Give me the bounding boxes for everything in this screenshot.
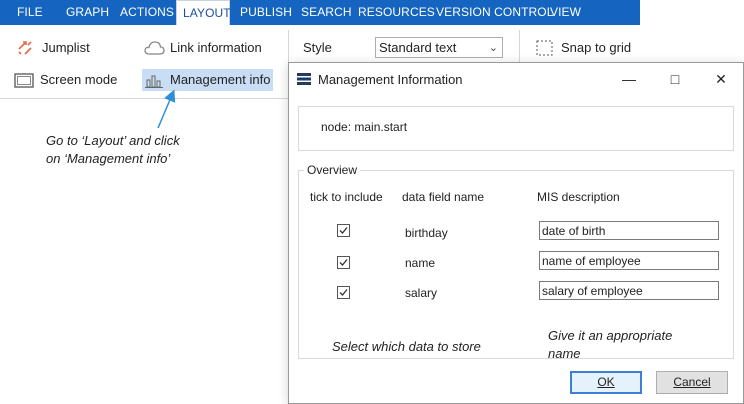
close-icon[interactable]: ✕ [705,67,737,91]
name-hint-line2: name [548,346,581,361]
node-info-box: node: main.start [298,106,734,151]
dialog-title: Management Information [318,72,463,87]
overview-title: Overview [304,163,361,177]
name-hint-line1: Give it an appropriate [548,328,673,343]
field-name-name: name [405,256,436,270]
description-input-birthday[interactable] [539,221,719,240]
layout-hint-line1: Go to ‘Layout’ and click [46,133,180,148]
description-input-salary[interactable] [539,281,719,300]
include-checkbox-name[interactable] [337,256,350,269]
column-header-field: data field name [402,190,485,204]
minimize-icon[interactable]: — [613,67,645,91]
column-header-tick: tick to include [310,190,383,204]
node-label: node: main.start [321,120,408,134]
field-name-birthday: birthday [405,226,448,240]
cancel-button[interactable]: Cancel [656,371,728,394]
ok-button[interactable]: OK [570,371,642,394]
include-checkbox-birthday[interactable] [337,224,350,237]
cancel-label: Cancel [673,375,711,389]
ok-label: OK [597,375,615,389]
field-name-salary: salary [405,286,438,300]
description-input-name[interactable] [539,251,719,270]
include-checkbox-salary[interactable] [337,286,350,299]
layout-hint-line2: on ‘Management info’ [46,151,171,166]
app-icon [297,73,311,88]
arrow-to-management-info [157,89,176,129]
column-header-description: MIS description [537,190,620,204]
select-hint: Select which data to store [332,339,481,354]
maximize-icon[interactable]: □ [659,67,691,91]
